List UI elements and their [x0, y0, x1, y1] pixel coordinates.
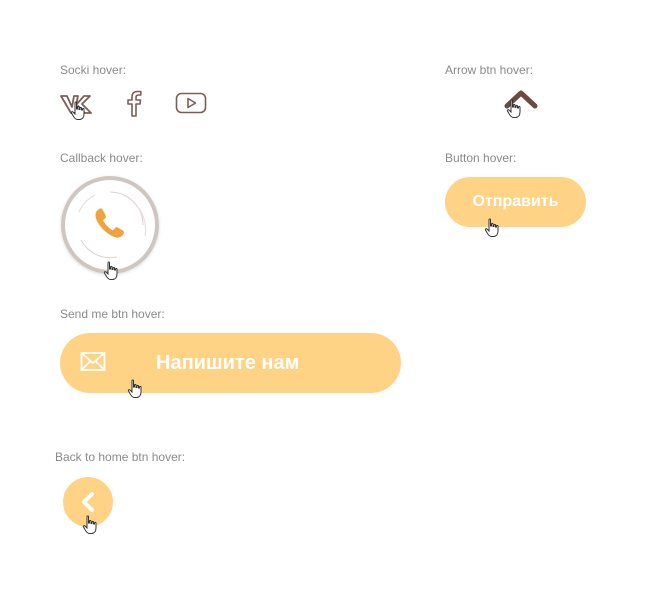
youtube-link[interactable]	[175, 92, 207, 119]
button-hover-label: Button hover:	[445, 151, 517, 165]
facebook-link[interactable]	[125, 90, 143, 123]
vk-link[interactable]	[59, 93, 95, 120]
back-home-hover-label: Back to home btn hover:	[55, 450, 186, 464]
send-me-hover-label: Send me btn hover:	[60, 307, 165, 321]
youtube-icon	[175, 92, 207, 114]
arrow-hover-label: Arrow btn hover:	[445, 63, 534, 77]
write-us-button[interactable]: Напишите нам	[60, 333, 401, 393]
mail-icon	[80, 352, 106, 371]
callback-button[interactable]	[61, 176, 159, 274]
socki-hover-label: Socki hover:	[60, 63, 127, 77]
send-button[interactable]: Отправить	[445, 177, 586, 227]
callback-hover-label: Callback hover:	[60, 151, 143, 165]
vk-icon	[60, 95, 92, 114]
write-us-label: Напишите нам	[156, 352, 300, 374]
back-home-button[interactable]	[63, 477, 113, 527]
facebook-icon	[127, 90, 142, 117]
scroll-top-button[interactable]	[504, 88, 538, 115]
phone-icon	[95, 208, 124, 238]
chevron-left-icon	[82, 492, 94, 512]
chevron-up-icon	[504, 90, 538, 109]
